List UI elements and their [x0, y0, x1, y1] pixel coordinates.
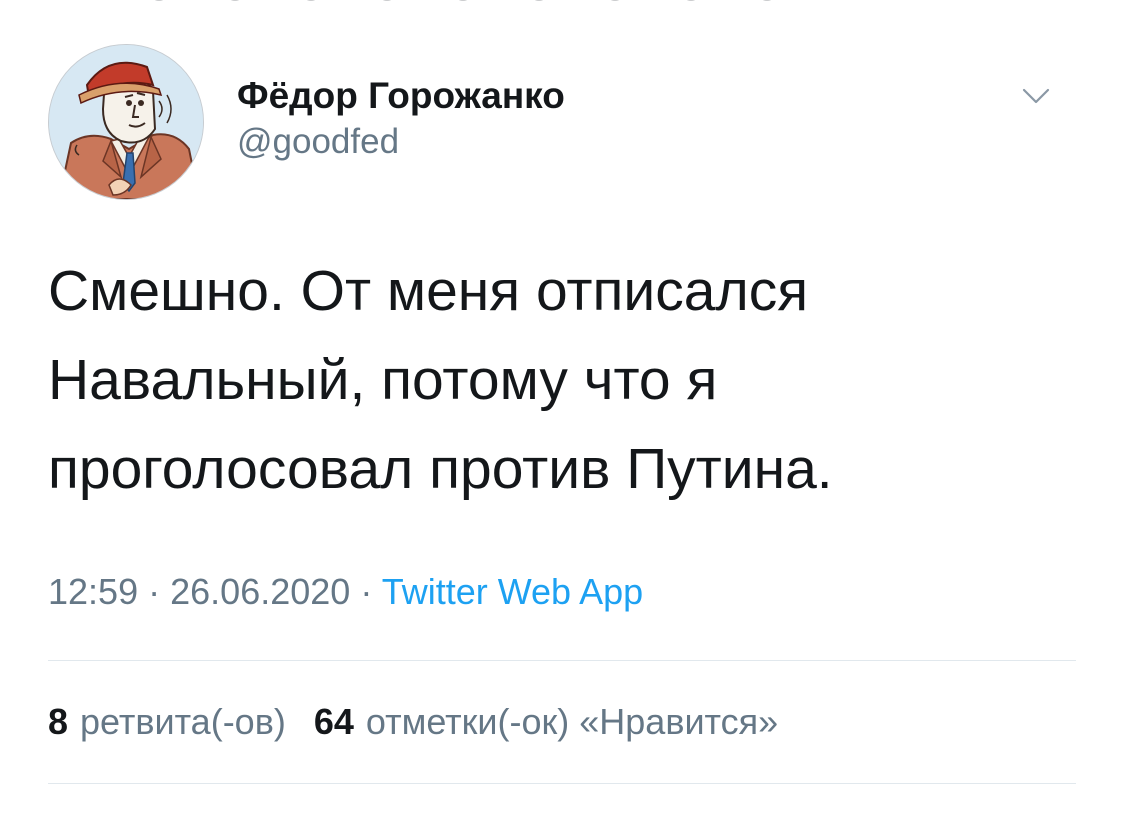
- tweet-header: Фёдор Горожанко @goodfed: [48, 43, 1078, 200]
- meta-separator: ·: [148, 571, 161, 612]
- tweet-card: Фёдор Горожанко @goodfed Смешно. От меня…: [48, 43, 1078, 784]
- divider: [48, 783, 1076, 784]
- author-display-name[interactable]: Фёдор Горожанко: [237, 72, 565, 120]
- tweet-meta: 12:59 · 26.06.2020 · Twitter Web App: [48, 570, 1078, 620]
- tweet-source-app-link[interactable]: Twitter Web App: [382, 571, 643, 612]
- likes-count[interactable]: 64: [314, 700, 354, 744]
- author-names: Фёдор Горожанко @goodfed: [237, 72, 565, 164]
- author-handle[interactable]: @goodfed: [237, 120, 565, 164]
- tweet-date[interactable]: 26.06.2020: [170, 571, 350, 612]
- tweet-text: Смешно. От меня отписался Навальный, пот…: [48, 259, 833, 501]
- retweets-label[interactable]: ретвита(-ов): [80, 700, 286, 744]
- more-options-chevron-down-icon[interactable]: [1022, 86, 1050, 106]
- retweets-count[interactable]: 8: [48, 700, 68, 744]
- meta-separator: ·: [360, 571, 373, 612]
- cartoon-man-avatar-icon: [49, 44, 203, 199]
- likes-label[interactable]: отметки(-ок) «Нравится»: [366, 700, 778, 744]
- tweet-time[interactable]: 12:59: [48, 571, 138, 612]
- tweet-stats: 8 ретвита(-ов) 64 отметки(-ок) «Нравится…: [48, 661, 1078, 783]
- previous-tweet-cut-off: [150, 0, 850, 8]
- avatar[interactable]: [48, 43, 204, 200]
